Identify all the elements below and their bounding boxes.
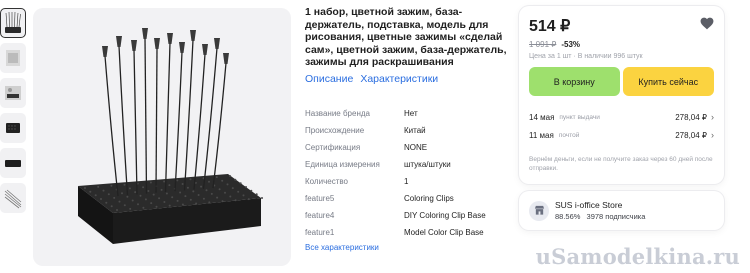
watermark: uSamodelkina.ru [535, 244, 740, 269]
spec-value: Нет [404, 108, 418, 118]
spec-name: feature5 [305, 193, 335, 203]
heart-icon[interactable] [700, 17, 714, 35]
spec-name: feature1 [305, 227, 335, 237]
chevron-right-icon: › [711, 112, 714, 122]
thumbnail-2[interactable] [0, 43, 26, 73]
clip-holder-illustration [78, 28, 263, 244]
spec-row: feature4 DIY Coloring Clip Base [305, 207, 510, 224]
product-tabs: Описание Характеристики [305, 73, 510, 85]
spec-value: Китай [404, 125, 426, 135]
all-specs-link[interactable]: Все характеристики [305, 243, 510, 252]
spec-name: Происхождение [305, 125, 365, 135]
buy-now-button[interactable]: Купить сейчас [622, 67, 714, 96]
spec-value: Coloring Clips [404, 193, 454, 203]
spec-name: feature4 [305, 210, 335, 220]
thumbnail-1[interactable] [0, 8, 26, 38]
add-to-cart-button[interactable]: В корзину [529, 67, 620, 96]
thumbnail-5[interactable] [0, 148, 26, 178]
delivery-date: 14 мая [529, 112, 555, 122]
delivery-price: 278,04 ₽ [675, 130, 707, 140]
tab-characteristics[interactable]: Характеристики [360, 73, 438, 85]
delivery-option[interactable]: 11 мая почтой 278,04 ₽ › [529, 126, 714, 144]
spec-value: DIY Coloring Clip Base [404, 210, 486, 220]
product-info: 1 набор, цветной зажим, база-держатель, … [305, 6, 510, 252]
chevron-right-icon: › [711, 130, 714, 140]
thumbnail-6[interactable] [0, 183, 26, 213]
stock-info: Цена за 1 шт · В наличии 996 штук [529, 53, 643, 60]
tab-description[interactable]: Описание [305, 73, 353, 85]
spec-value: штука/штуки [404, 159, 451, 169]
old-price: 1 091 ₽ [529, 40, 557, 49]
old-price-row: 1 091 ₽ -53% [529, 40, 714, 49]
store-stats: 88.56% 3978 подписчика [555, 212, 645, 221]
buy-card: 514 ₽ 1 091 ₽ -53% Цена за 1 шт · В нали… [519, 6, 724, 184]
spec-name: Количество [305, 176, 348, 186]
delivery-option[interactable]: 14 мая пункт выдачи 278,04 ₽ › [529, 108, 714, 126]
refund-note: Вернём деньги, если не получите заказ че… [529, 156, 713, 172]
product-title: 1 набор, цветной зажим, база-держатель, … [305, 6, 507, 69]
store-rating: 88.56% [555, 212, 581, 221]
spec-row: feature5 Coloring Clips [305, 190, 510, 207]
delivery-type: пункт выдачи [559, 113, 600, 121]
spec-value: Model Color Clip Base [404, 227, 484, 237]
spec-row: Происхождение Китай [305, 122, 510, 139]
spec-name: Сертификация [305, 142, 361, 152]
delivery-price: 278,04 ₽ [675, 112, 707, 122]
spec-row: Количество 1 [305, 173, 510, 190]
spec-value: NONE [404, 142, 428, 152]
buy-buttons: В корзину Купить сейчас [529, 67, 714, 96]
store-name: SUS i-office Store [555, 200, 623, 210]
spec-table: Название бренда Нет Происхождение Китай … [305, 105, 510, 241]
delivery-date: 11 мая [529, 130, 554, 140]
spec-name: Единица измерения [305, 159, 380, 169]
spec-value: 1 [404, 176, 409, 186]
current-price: 514 ₽ [529, 18, 571, 35]
spec-name: Название бренда [305, 108, 370, 118]
spec-row: Единица измерения штука/штуки [305, 156, 510, 173]
thumbnail-3[interactable] [0, 78, 26, 108]
store-icon [529, 200, 549, 221]
thumbnail-strip [0, 8, 30, 218]
store-card[interactable]: SUS i-office Store 88.56% 3978 подписчик… [519, 191, 724, 230]
delivery-options: 14 мая пункт выдачи 278,04 ₽ › 11 мая по… [529, 108, 714, 144]
thumbnail-4[interactable] [0, 113, 26, 143]
discount-badge: -53% [561, 40, 581, 49]
spec-row: feature1 Model Color Clip Base [305, 224, 510, 241]
delivery-type: почтой [558, 131, 580, 139]
spec-row: Название бренда Нет [305, 105, 510, 122]
main-product-image[interactable] [33, 8, 291, 266]
spec-row: Сертификация NONE [305, 139, 510, 156]
store-subscribers: 3978 подписчика [586, 212, 646, 221]
